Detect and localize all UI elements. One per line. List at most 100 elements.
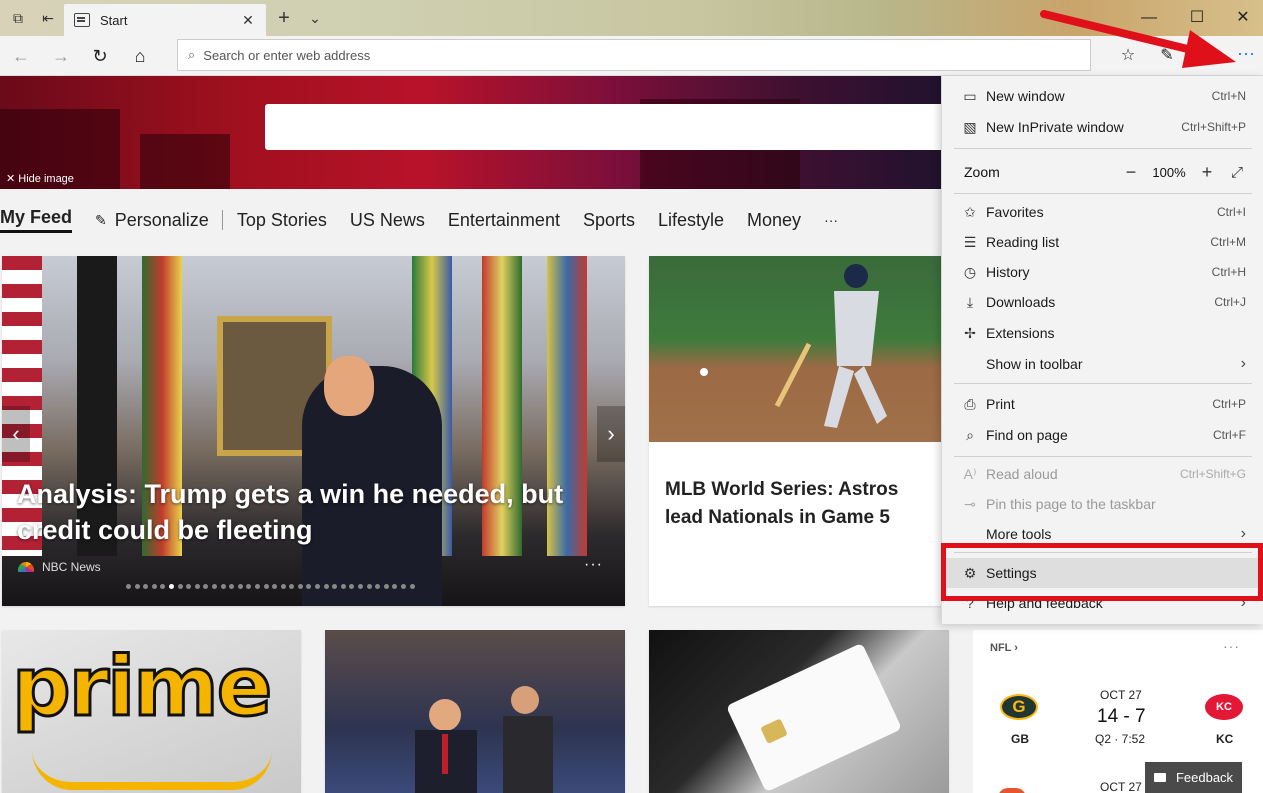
credit-card-image <box>725 642 903 793</box>
menu-item-downloads[interactable]: ⤓ Downloads Ctrl+J <box>942 287 1263 317</box>
tab-preview-chevron-icon[interactable]: ⌄ <box>305 8 325 28</box>
menu-item-print[interactable]: ⎙ Print Ctrl+P <box>942 389 1263 419</box>
carousel-dot[interactable] <box>401 584 406 589</box>
tab-start[interactable]: Start ✕ <box>64 4 266 36</box>
menu-item-find-on-page[interactable]: ⌕ Find on page Ctrl+F <box>942 420 1263 450</box>
carousel-dot[interactable] <box>340 584 346 589</box>
packers-logo-icon: G <box>1000 694 1038 720</box>
mlb-headline[interactable]: MLB World Series: Astros lead Nationals … <box>665 476 935 532</box>
menu-item-reading-list[interactable]: ☰ Reading list Ctrl+M <box>942 227 1263 257</box>
tab-sports[interactable]: Sports <box>583 210 635 231</box>
tab-my-feed[interactable]: My Feed <box>0 207 73 233</box>
start-page-icon <box>74 13 90 27</box>
nfl-label[interactable]: NFL › <box>990 642 1018 654</box>
carousel-dot[interactable] <box>254 584 260 589</box>
new-tab-icon[interactable]: + <box>274 7 294 29</box>
tab-money[interactable]: Money <box>747 210 801 231</box>
carousel-dot[interactable] <box>186 584 192 589</box>
carousel-dot[interactable] <box>263 584 269 589</box>
tab-us-news[interactable]: US News <box>350 210 425 231</box>
carousel-dot[interactable] <box>323 584 329 589</box>
refresh-icon[interactable]: ↻ <box>88 44 112 68</box>
carousel-dot[interactable] <box>383 584 389 589</box>
zoom-out-button[interactable]: − <box>1116 162 1146 183</box>
menu-item-read-aloud: A⁾ Read aloud Ctrl+Shift+G <box>942 459 1263 489</box>
mlb-story-card[interactable]: MLB World Series: Astros lead Nationals … <box>649 256 949 606</box>
carousel-dot[interactable] <box>375 584 381 589</box>
carousel-dot[interactable] <box>177 584 183 589</box>
featured-headline[interactable]: Analysis: Trump gets a win he needed, bu… <box>17 476 577 548</box>
carousel-dot[interactable] <box>143 584 149 589</box>
carousel-dot[interactable] <box>203 584 209 589</box>
address-bar[interactable]: ⌕ <box>177 39 1091 71</box>
carousel-dot[interactable] <box>126 584 131 589</box>
menu-item-new-inprivate-window[interactable]: ▧ New InPrivate window Ctrl+Shift+P <box>942 112 1263 142</box>
carousel-dot[interactable] <box>392 584 398 589</box>
settings-highlight-box <box>941 543 1263 601</box>
read-aloud-icon: A⁾ <box>963 465 977 482</box>
tab-entertainment[interactable]: Entertainment <box>448 210 560 231</box>
next-slide-icon[interactable]: › <box>597 406 625 462</box>
forward-icon[interactable]: → <box>49 44 73 68</box>
carousel-dot[interactable] <box>315 584 321 589</box>
carousel-dot[interactable] <box>358 584 364 589</box>
menu-item-new-window[interactable]: ▭ New window Ctrl+N <box>942 81 1263 111</box>
previous-slide-icon[interactable]: ‹ <box>2 406 30 462</box>
menu-item-favorites[interactable]: ✩ Favorites Ctrl+I <box>942 197 1263 227</box>
story-more-icon[interactable]: ··· <box>584 556 603 574</box>
tab-actions-icon[interactable]: ⧉ <box>8 8 28 28</box>
menu-shortcut: Ctrl+H <box>1211 265 1246 279</box>
tab-lifestyle[interactable]: Lifestyle <box>658 210 724 231</box>
carousel-dot[interactable] <box>297 584 303 589</box>
carousel-dot[interactable] <box>349 584 355 589</box>
carousel-dot[interactable] <box>366 584 372 589</box>
carousel-dot[interactable] <box>168 584 174 589</box>
feedback-button[interactable]: Feedback <box>1145 762 1242 793</box>
carousel-dot[interactable] <box>332 584 338 589</box>
hide-image-link[interactable]: ✕ Hide image <box>6 172 74 185</box>
menu-label: New window <box>986 88 1065 104</box>
zoom-value: 100% <box>1152 164 1186 180</box>
game-date: OCT 27 <box>1100 688 1142 702</box>
back-icon[interactable]: ← <box>9 44 33 68</box>
menu-item-history[interactable]: ◷ History Ctrl+H <box>942 257 1263 287</box>
zoom-in-button[interactable]: + <box>1192 162 1222 183</box>
carousel-dot[interactable] <box>409 584 415 589</box>
crowd-story-card[interactable] <box>325 630 625 793</box>
search-icon: ⌕ <box>966 426 974 443</box>
carousel-dot[interactable] <box>272 584 278 589</box>
menu-item-show-in-toolbar[interactable]: Show in toolbar › <box>942 349 1263 379</box>
tab-top-stories[interactable]: Top Stories <box>237 210 327 231</box>
hide-image-label: Hide image <box>18 173 74 185</box>
carousel-dot[interactable] <box>306 584 312 589</box>
credit-card-story-card[interactable] <box>649 630 949 793</box>
carousel-dot[interactable] <box>280 584 286 589</box>
carousel-dot[interactable] <box>211 584 217 589</box>
nfl-more-icon[interactable]: ··· <box>1223 638 1240 654</box>
home-icon[interactable]: ⌂ <box>128 44 152 68</box>
menu-shortcut: Ctrl+Shift+G <box>1179 467 1246 481</box>
carousel-dot[interactable] <box>289 584 295 589</box>
favorites-icon: ✩ <box>964 203 976 220</box>
carousel-dot[interactable] <box>220 584 226 589</box>
fullscreen-icon[interactable]: ⤢ <box>1222 164 1252 181</box>
set-aside-tabs-icon[interactable]: ⇤ <box>38 8 58 28</box>
carousel-dot[interactable] <box>134 584 140 589</box>
menu-item-extensions[interactable]: ✢ Extensions <box>942 318 1263 348</box>
carousel-dot[interactable] <box>160 584 166 589</box>
carousel-dot[interactable] <box>229 584 235 589</box>
carousel-dot[interactable] <box>151 584 157 589</box>
window-icon: ▭ <box>963 87 977 104</box>
tab-personalize[interactable]: Personalize <box>115 210 209 231</box>
carousel-dot[interactable] <box>194 584 200 589</box>
featured-story-card[interactable]: ‹ › Analysis: Trump gets a win he needed… <box>2 256 625 606</box>
address-input[interactable] <box>203 47 1004 63</box>
carousel-dot[interactable] <box>237 584 243 589</box>
close-tab-icon[interactable]: ✕ <box>236 12 260 29</box>
prime-story-card[interactable]: prime <box>2 630 301 793</box>
web-search-box[interactable] <box>265 104 942 150</box>
carousel-dot[interactable] <box>246 584 252 589</box>
home-team: GB <box>1011 732 1029 746</box>
zoom-control: Zoom − 100% + ⤢ <box>942 156 1263 188</box>
feed-more-icon[interactable]: ··· <box>824 212 838 228</box>
